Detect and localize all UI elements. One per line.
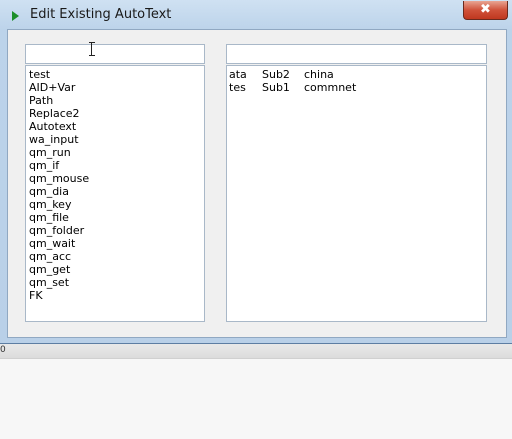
list-item[interactable]: wa_input (26, 133, 204, 146)
list-item[interactable]: qm_dia (26, 185, 204, 198)
list-item[interactable]: qm_acc (26, 250, 204, 263)
list-item[interactable]: qm_mouse (26, 172, 204, 185)
list-item[interactable]: AID+Var (26, 81, 204, 94)
list-item[interactable]: qm_key (26, 198, 204, 211)
list-item[interactable]: qm_if (26, 159, 204, 172)
list-item[interactable]: qm_run (26, 146, 204, 159)
list-item[interactable]: test (26, 68, 204, 81)
entry-text: commnet (304, 81, 357, 94)
table-row[interactable]: tes Sub1 commnet (227, 81, 486, 94)
text-cursor-icon (89, 42, 95, 56)
entry-text: china (304, 68, 334, 81)
autotext-list[interactable]: test AID+Var Path Replace2 Autotext wa_input q… (25, 65, 205, 322)
autotext-dialog: Edit Existing AutoText ✖ test AID+Var Path… (0, 0, 512, 344)
left-filter-input[interactable] (25, 44, 205, 64)
window-title: Edit Existing AutoText (30, 7, 172, 22)
entry-sub: Sub2 (262, 68, 290, 81)
entry-sub: Sub1 (262, 81, 290, 94)
list-item[interactable]: Replace2 (26, 107, 204, 120)
background-area (0, 358, 512, 439)
list-item[interactable]: qm_wait (26, 237, 204, 250)
list-item[interactable]: qm_file (26, 211, 204, 224)
title-bar[interactable]: Edit Existing AutoText ✖ (0, 0, 512, 30)
background-strip (0, 344, 512, 358)
list-item[interactable]: qm_folder (26, 224, 204, 237)
background-edge-text: 0 (0, 345, 6, 355)
autotext-entries-list[interactable]: ata Sub2 china tes Sub1 commnet (226, 65, 487, 322)
list-item[interactable]: FK (26, 289, 204, 302)
list-item[interactable]: Path (26, 94, 204, 107)
close-button[interactable]: ✖ (463, 1, 508, 20)
entry-name: tes (229, 81, 246, 94)
play-triangle-icon (12, 11, 19, 21)
right-filter-input[interactable] (226, 44, 487, 64)
table-row[interactable]: ata Sub2 china (227, 68, 486, 81)
list-item[interactable]: Autotext (26, 120, 204, 133)
entry-name: ata (229, 68, 247, 81)
list-item[interactable]: qm_set (26, 276, 204, 289)
list-item[interactable]: qm_get (26, 263, 204, 276)
